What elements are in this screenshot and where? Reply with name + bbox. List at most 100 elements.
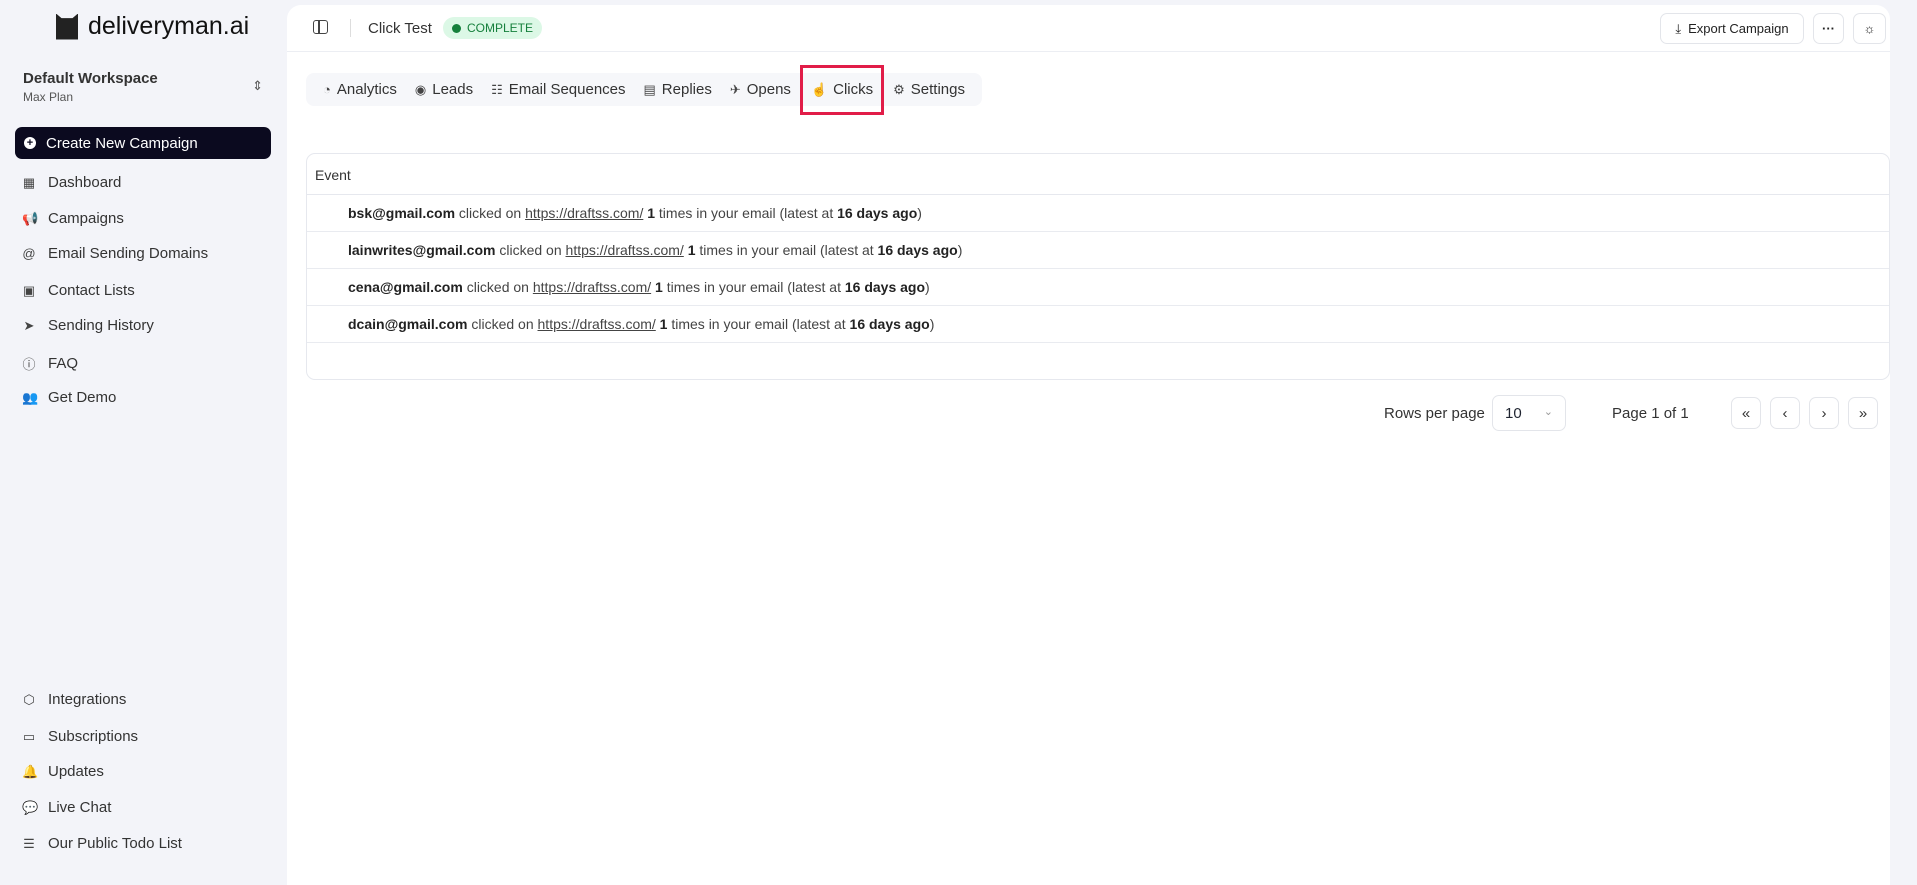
leads-icon: ◉	[414, 81, 427, 97]
sidebar: deliveryman.ai Default Workspace Max Pla…	[0, 0, 287, 877]
list-icon: ☰	[23, 835, 35, 851]
sidebar-item-label: Our Public Todo List	[48, 835, 182, 852]
sidebar-item-faq[interactable]: ⓘ FAQ	[22, 354, 78, 373]
sidebar-item-campaigns[interactable]: 📢 Campaigns	[22, 210, 124, 227]
sidebar-item-our-public-todo-list[interactable]: ☰ Our Public Todo List	[22, 835, 182, 852]
sidebar-item-label: Dashboard	[48, 174, 122, 191]
sidebar-item-sending-history[interactable]: ➤ Sending History	[22, 317, 154, 334]
divider	[350, 19, 351, 37]
sidebar-item-subscriptions[interactable]: ▭ Subscriptions	[22, 728, 138, 745]
event-text: clicked on	[462, 279, 533, 295]
top-bar: Click Test COMPLETE ⤓ Export Campaign ···…	[287, 5, 1890, 52]
sidebar-item-integrations[interactable]: ⬡ Integrations	[22, 691, 126, 708]
clicked-link[interactable]: https://draftss.com/	[538, 316, 656, 332]
click-count: 1	[647, 205, 656, 221]
box-icon: ⬡	[23, 691, 35, 707]
toggle-sidebar-icon[interactable]	[313, 20, 328, 34]
clicks-icon: ☝	[810, 81, 828, 97]
download-icon: ⤓	[1675, 20, 1682, 36]
tab-clicks[interactable]: ☝ Clicks	[799, 64, 885, 115]
tab-leads[interactable]: ◉ Leads	[406, 73, 482, 106]
more-options-button[interactable]: ···	[1813, 13, 1844, 44]
brand-logo[interactable]: deliveryman.ai	[56, 12, 249, 41]
tab-analytics[interactable]: ◔ Analytics	[314, 73, 406, 106]
create-new-campaign-button[interactable]: + Create New Campaign	[15, 127, 271, 159]
event-text: times in your email (latest at	[655, 205, 838, 221]
tab-label: Analytics	[336, 81, 397, 98]
table-row: cena@gmail.com clicked on https://drafts…	[307, 269, 1889, 306]
previous-page-button[interactable]: ‹	[1770, 397, 1800, 429]
sidebar-item-label: Campaigns	[48, 210, 124, 227]
tab-label: Opens	[746, 81, 791, 98]
opens-icon: ✈	[729, 81, 741, 97]
info-icon: ⓘ	[22, 357, 36, 372]
workspace-switcher[interactable]: Default Workspace Max Plan ⇕	[23, 70, 263, 104]
table-row: lainwrites@gmail.com clicked on https://…	[307, 232, 1889, 269]
sidebar-item-label: FAQ	[48, 355, 79, 372]
tab-label: Clicks	[833, 81, 874, 98]
tab-opens[interactable]: ✈ Opens	[721, 73, 800, 106]
column-header-event: Event	[307, 154, 1889, 195]
settings-icon: ⚙	[893, 81, 905, 97]
theme-toggle-button[interactable]: ☼	[1853, 13, 1886, 44]
last-page-button[interactable]: »	[1848, 397, 1878, 429]
latest-time: 16 days ago	[849, 316, 930, 332]
tab-replies[interactable]: ▤ Replies	[635, 73, 721, 106]
megaphone-icon: 📢	[22, 210, 39, 226]
sidebar-item-updates[interactable]: 🔔 Updates	[22, 763, 104, 780]
sun-icon: ☼	[1863, 21, 1876, 36]
event-text: times in your email (latest at	[662, 279, 845, 295]
email-sequences-icon: ☷	[491, 81, 503, 97]
chevron-down-icon: ⌄	[1543, 406, 1553, 418]
rows-per-page-select[interactable]: 10 ⌄	[1492, 395, 1566, 431]
analytics-icon: ◔	[323, 82, 331, 97]
status-text: COMPLETE	[467, 21, 534, 35]
sidebar-item-get-demo[interactable]: 👥 Get Demo	[22, 389, 116, 406]
tab-label: Leads	[432, 81, 474, 98]
contact-email: lainwrites@gmail.com	[348, 242, 496, 258]
sidebar-item-live-chat[interactable]: 💬 Live Chat	[22, 799, 111, 816]
create-label: Create New Campaign	[46, 134, 198, 152]
check-circle-icon	[452, 23, 461, 33]
main-panel: Click Test COMPLETE ⤓ Export Campaign ···…	[287, 5, 1890, 885]
event-text: )	[929, 316, 935, 332]
clicked-link[interactable]: https://draftss.com/	[566, 242, 684, 258]
latest-time: 16 days ago	[877, 242, 958, 258]
at-icon: @	[22, 246, 36, 261]
card-icon: ▭	[22, 728, 36, 744]
logo-icon	[56, 13, 78, 40]
workspace-plan: Max Plan	[23, 90, 74, 104]
contact-email: bsk@gmail.com	[348, 205, 456, 221]
click-count: 1	[655, 279, 663, 295]
event-text: )	[925, 279, 930, 295]
campaign-title: Click Test	[368, 20, 432, 37]
tab-label: Replies	[661, 81, 712, 98]
page-indicator: Page 1 of 1	[1612, 405, 1689, 422]
event-text: clicked on	[495, 242, 566, 258]
next-page-button[interactable]: ›	[1809, 397, 1839, 429]
rows-per-page-value: 10	[1505, 405, 1522, 422]
event-text: clicked on	[455, 205, 526, 221]
sidebar-item-label: Email Sending Domains	[48, 245, 209, 262]
pagination: Rows per page 10 ⌄ Page 1 of 1 « ‹ › »	[287, 395, 1890, 431]
tab-settings[interactable]: ⚙ Settings	[884, 73, 974, 106]
sidebar-item-dashboard[interactable]: ▦ Dashboard	[22, 174, 122, 191]
event-text: times in your email (latest at	[695, 242, 878, 258]
tab-label: Email Sequences	[508, 81, 626, 98]
status-badge: COMPLETE	[443, 17, 543, 39]
table-row: bsk@gmail.com clicked on https://draftss…	[307, 195, 1889, 232]
sidebar-item-label: Contact Lists	[48, 282, 135, 299]
first-page-button[interactable]: «	[1731, 397, 1761, 429]
clicked-link[interactable]: https://draftss.com/	[525, 205, 643, 221]
send-icon: ➤	[23, 317, 35, 333]
sidebar-item-email-sending-domains[interactable]: @ Email Sending Domains	[22, 245, 208, 262]
clicks-table: Event bsk@gmail.com clicked on https://d…	[306, 153, 1890, 380]
workspace-name: Default Workspace	[23, 70, 158, 87]
sidebar-item-contact-lists[interactable]: ▣ Contact Lists	[22, 282, 135, 299]
sidebar-item-label: Integrations	[48, 691, 127, 708]
tab-email-sequences[interactable]: ☷ Email Sequences	[482, 73, 634, 106]
clicked-link[interactable]: https://draftss.com/	[533, 279, 651, 295]
export-campaign-button[interactable]: ⤓ Export Campaign	[1660, 13, 1804, 44]
contact-email: cena@gmail.com	[348, 279, 463, 295]
replies-icon: ▤	[643, 81, 656, 97]
